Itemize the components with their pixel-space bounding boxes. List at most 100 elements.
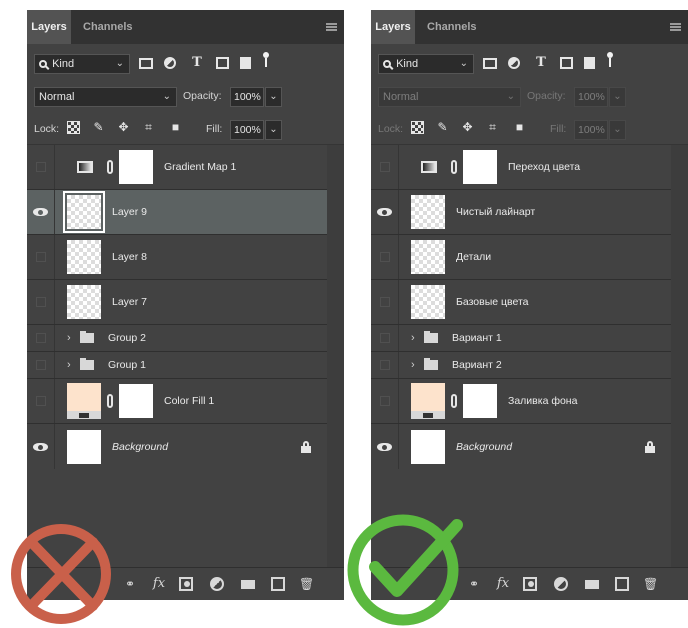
chevron-right-icon[interactable]: › — [67, 332, 71, 344]
color-fill-thumbnail[interactable] — [67, 383, 101, 419]
smart-object-filter-icon[interactable] — [584, 57, 595, 69]
layer-thumbnail[interactable] — [411, 240, 445, 274]
shape-filter-icon[interactable] — [216, 57, 229, 69]
visibility-cell[interactable] — [27, 280, 55, 324]
visibility-empty-box[interactable] — [380, 297, 390, 307]
layer-thumbnail[interactable] — [411, 429, 445, 464]
eye-icon[interactable] — [377, 442, 392, 451]
lock-image-pixels-icon[interactable]: ✎ — [92, 121, 105, 134]
layer-row[interactable]: Layer 7 — [27, 280, 327, 325]
opacity-dropdown-button[interactable]: ⌄ — [609, 87, 626, 107]
scrollbar[interactable] — [671, 145, 688, 568]
visibility-empty-box[interactable] — [36, 360, 46, 370]
group-row[interactable]: › Group 2 — [27, 325, 327, 352]
image-filter-icon[interactable] — [483, 58, 497, 69]
visibility-cell[interactable] — [27, 325, 55, 351]
visibility-empty-box[interactable] — [36, 252, 46, 262]
tab-layers[interactable]: Layers — [371, 10, 415, 44]
visibility-empty-box[interactable] — [36, 162, 46, 172]
scrollbar[interactable] — [327, 145, 344, 568]
chevron-right-icon[interactable]: › — [67, 359, 71, 371]
link-layers-icon[interactable]: ⚭ — [123, 577, 137, 591]
visibility-cell[interactable] — [27, 424, 55, 469]
new-group-icon[interactable] — [585, 580, 599, 589]
filter-toggle-icon[interactable] — [607, 52, 613, 67]
eye-icon[interactable] — [33, 442, 48, 451]
layer-row[interactable]: Базовые цвета — [371, 280, 671, 325]
shape-filter-icon[interactable] — [560, 57, 573, 69]
layer-thumbnail[interactable] — [67, 429, 101, 464]
new-group-icon[interactable] — [241, 580, 255, 589]
visibility-cell[interactable] — [371, 379, 399, 423]
chevron-right-icon[interactable]: › — [411, 332, 415, 344]
adjustment-layer-icon[interactable] — [554, 577, 568, 591]
opacity-input[interactable]: 100% — [230, 87, 264, 107]
group-row[interactable]: › Group 1 — [27, 352, 327, 379]
layer-mask-thumbnail[interactable] — [463, 150, 497, 184]
filter-kind-select[interactable]: Kind ⌄ — [34, 54, 130, 74]
visibility-empty-box[interactable] — [380, 396, 390, 406]
visibility-empty-box[interactable] — [36, 297, 46, 307]
lock-position-icon[interactable]: ✥ — [117, 121, 130, 134]
blend-mode-select[interactable]: Normal ⌄ — [378, 87, 521, 107]
layer-row[interactable]: Color Fill 1 — [27, 379, 327, 424]
adjustment-layer-icon[interactable] — [210, 577, 224, 591]
layer-mask-thumbnail[interactable] — [119, 150, 153, 184]
tab-channels[interactable]: Channels — [419, 10, 485, 44]
link-icon[interactable] — [107, 160, 113, 174]
fill-input[interactable]: 100% — [230, 120, 264, 140]
layer-thumbnail[interactable] — [67, 240, 101, 274]
smart-object-filter-icon[interactable] — [240, 57, 251, 69]
layer-thumbnail[interactable] — [67, 285, 101, 319]
chevron-right-icon[interactable]: › — [411, 359, 415, 371]
lock-position-icon[interactable]: ✥ — [461, 121, 474, 134]
visibility-cell[interactable] — [371, 145, 399, 189]
visibility-empty-box[interactable] — [380, 162, 390, 172]
visibility-cell[interactable] — [27, 145, 55, 189]
fx-icon[interactable]: fx — [496, 577, 510, 591]
layer-row[interactable]: Background — [371, 424, 671, 469]
add-mask-icon[interactable] — [523, 577, 537, 591]
filter-kind-select[interactable]: Kind ⌄ — [378, 54, 474, 74]
new-layer-icon[interactable] — [615, 577, 629, 591]
link-layers-icon[interactable]: ⚭ — [467, 577, 481, 591]
visibility-cell[interactable] — [27, 190, 55, 234]
visibility-cell[interactable] — [371, 280, 399, 324]
image-filter-icon[interactable] — [139, 58, 153, 69]
layer-row[interactable]: Чистый лайнарт — [371, 190, 671, 235]
adjustment-filter-icon[interactable] — [508, 57, 520, 69]
layer-thumbnail[interactable] — [411, 195, 445, 229]
tab-layers[interactable]: Layers — [27, 10, 71, 44]
fill-dropdown-button[interactable]: ⌄ — [609, 120, 626, 140]
layer-mask-thumbnail[interactable] — [119, 384, 153, 418]
layer-thumbnail[interactable] — [63, 191, 105, 233]
layer-mask-thumbnail[interactable] — [463, 384, 497, 418]
lock-all-icon[interactable]: ■ — [169, 121, 182, 134]
visibility-cell[interactable] — [371, 352, 399, 378]
layer-row[interactable]: Детали — [371, 235, 671, 280]
visibility-cell[interactable] — [371, 325, 399, 351]
filter-toggle-icon[interactable] — [263, 52, 269, 67]
eye-icon[interactable] — [377, 208, 392, 216]
panel-menu-icon[interactable] — [670, 23, 681, 31]
visibility-cell[interactable] — [27, 379, 55, 423]
type-filter-icon[interactable]: T — [190, 56, 204, 70]
layer-row[interactable]: Background — [27, 424, 327, 469]
visibility-empty-box[interactable] — [380, 333, 390, 343]
panel-menu-icon[interactable] — [326, 23, 337, 31]
fill-input[interactable]: 100% — [574, 120, 608, 140]
trash-icon[interactable]: 🗑 — [299, 577, 314, 591]
adjustment-filter-icon[interactable] — [164, 57, 176, 69]
fx-icon[interactable]: fx — [152, 577, 166, 591]
layer-row[interactable]: Gradient Map 1 — [27, 145, 327, 190]
lock-artboard-icon[interactable]: ⌗ — [486, 121, 499, 134]
visibility-empty-box[interactable] — [36, 333, 46, 343]
lock-transparent-pixels-icon[interactable] — [67, 121, 80, 134]
lock-image-pixels-icon[interactable]: ✎ — [436, 121, 449, 134]
blend-mode-select[interactable]: Normal ⌄ — [34, 87, 177, 107]
type-filter-icon[interactable]: T — [534, 56, 548, 70]
tab-channels[interactable]: Channels — [75, 10, 141, 44]
group-row[interactable]: › Вариант 2 — [371, 352, 671, 379]
layer-row-selected[interactable]: Layer 9 — [27, 190, 327, 235]
lock-artboard-icon[interactable]: ⌗ — [142, 121, 155, 134]
